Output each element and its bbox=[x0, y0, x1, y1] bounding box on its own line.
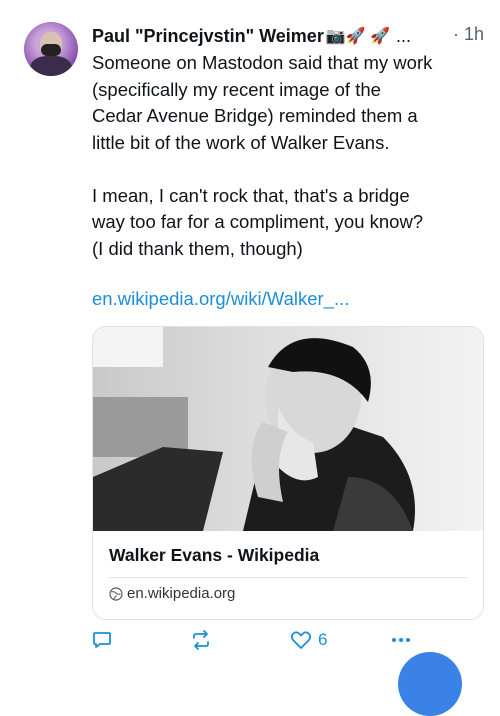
card-title[interactable]: Walker Evans - Wikipedia bbox=[109, 545, 319, 566]
heart-icon bbox=[290, 631, 312, 649]
post-text: Someone on Mastodon said that my work (s… bbox=[92, 52, 433, 259]
card-divider bbox=[109, 577, 467, 578]
post: Paul "Princejvstin" Weimer 📷🚀 🚀 ... · 1h… bbox=[0, 0, 500, 716]
speech-bubble-icon bbox=[93, 632, 111, 648]
action-bar: 6 bbox=[92, 626, 492, 654]
link-card[interactable]: Walker Evans - Wikipedia en.wikipedia.or… bbox=[92, 326, 484, 620]
post-link[interactable]: en.wikipedia.org/wiki/Walker_... bbox=[92, 288, 349, 310]
like-count: 6 bbox=[318, 630, 328, 649]
repost-icon bbox=[193, 630, 209, 650]
author-name[interactable]: Paul "Princejvstin" Weimer bbox=[92, 26, 324, 47]
globe-icon bbox=[109, 586, 123, 601]
card-domain: en.wikipedia.org bbox=[127, 585, 236, 602]
repost-button[interactable] bbox=[190, 626, 212, 654]
card-domain-row: en.wikipedia.org bbox=[109, 585, 235, 602]
more-button[interactable] bbox=[390, 626, 412, 654]
author-ellipsis: ... bbox=[396, 25, 412, 46]
author-row[interactable]: Paul "Princejvstin" Weimer 📷🚀 🚀 ... bbox=[92, 24, 484, 48]
author-emojis: 📷🚀 🚀 bbox=[325, 28, 391, 45]
more-dots-icon bbox=[392, 638, 410, 642]
like-button[interactable]: 6 bbox=[290, 626, 327, 654]
card-photo bbox=[93, 327, 483, 531]
avatar[interactable] bbox=[24, 22, 78, 76]
reply-button[interactable] bbox=[92, 626, 112, 654]
post-timestamp[interactable]: · 1h bbox=[453, 24, 484, 45]
